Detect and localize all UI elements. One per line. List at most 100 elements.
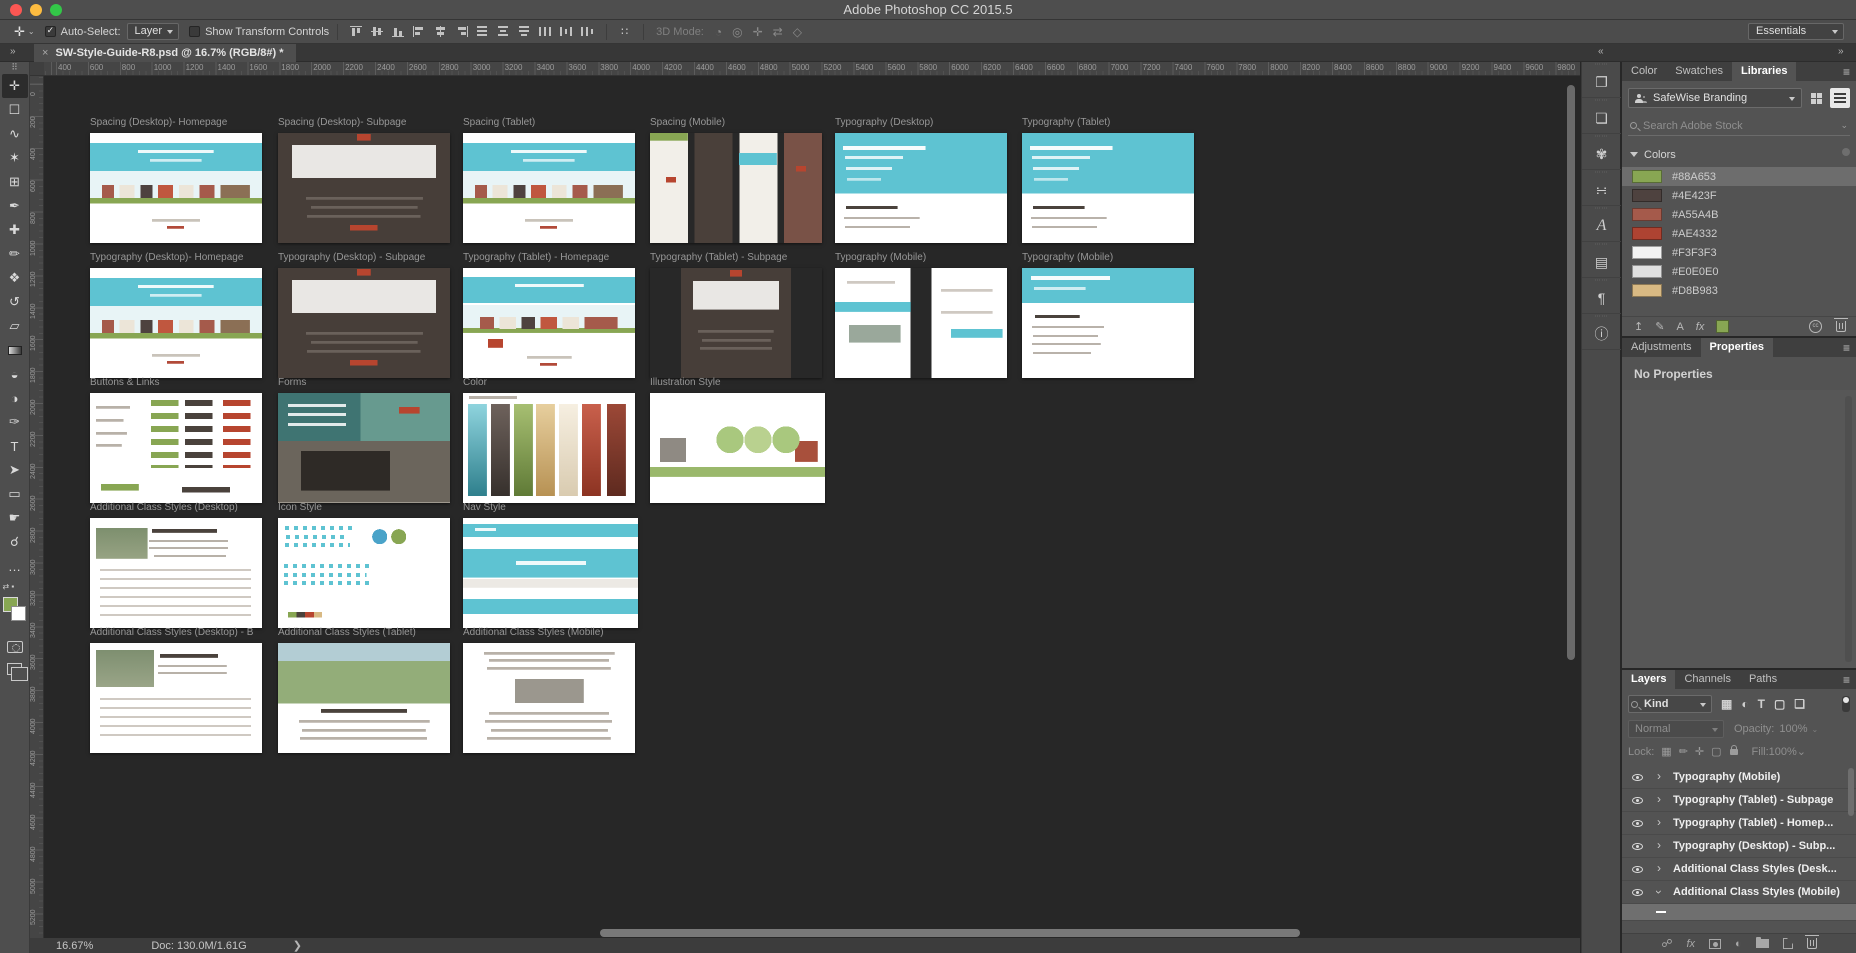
color-swatch-well[interactable] (2, 597, 28, 631)
info-panel-icon[interactable]: ⋯⋯ⓘ (1582, 314, 1621, 350)
artboard-label[interactable]: Additional Class Styles (Tablet) (278, 627, 416, 638)
artboard-thumbnail[interactable] (278, 518, 450, 628)
colors-section-header[interactable]: Colors (1628, 148, 1850, 161)
swap-colors-icon[interactable]: ⇄ ▪ (3, 582, 27, 591)
layer-row[interactable]: ›Additional Class Styles (Mobile) (1622, 881, 1856, 904)
artboard-label[interactable]: Typography (Desktop) - Subpage (278, 252, 425, 263)
auto-select-checkbox[interactable] (45, 26, 56, 37)
artboard-label[interactable]: Nav Style (463, 502, 506, 513)
artboard-thumbnail[interactable] (463, 133, 635, 243)
artboard-label[interactable]: Illustration Style (650, 377, 721, 388)
toolbar-collapse-icon[interactable]: » (10, 46, 16, 57)
filter-toggle-switch[interactable] (1842, 696, 1850, 712)
canvas-vertical-scrollbar[interactable] (1567, 85, 1575, 660)
artboard-thumbnail[interactable] (463, 393, 635, 503)
library-foreground-color-chip[interactable] (1716, 320, 1729, 333)
layer-row[interactable]: ›Typography (Desktop) - Subp... (1622, 835, 1856, 858)
pen-tool[interactable]: ✑ (2, 410, 28, 434)
hand-tool[interactable]: ☛ (2, 506, 28, 530)
3d-orbit-icon[interactable]: ◔ (715, 25, 722, 39)
panel-collapse-icon[interactable]: » (1838, 46, 1844, 57)
artboard-thumbnail[interactable] (650, 268, 822, 378)
3d-slide-icon[interactable]: ⇄ (773, 25, 783, 39)
lock-image-pixels-icon[interactable]: ✏ (1679, 745, 1688, 758)
expand-chevron-icon[interactable]: › (1657, 838, 1661, 852)
artboard-label[interactable]: Additional Class Styles (Mobile) (463, 627, 604, 638)
artboard-thumbnail[interactable] (90, 518, 262, 628)
new-group-icon[interactable] (1756, 939, 1769, 948)
vertical-ruler[interactable]: 0200400600800100012001400160018002000220… (30, 76, 44, 938)
workspace-dropdown[interactable]: Essentials (1748, 23, 1844, 40)
healing-brush-tool[interactable]: ✚ (2, 218, 28, 242)
new-layer-icon[interactable] (1783, 938, 1793, 949)
tab-layers[interactable]: Layers (1622, 670, 1675, 689)
layer-row[interactable]: ›Typography (Tablet) - Homep... (1622, 812, 1856, 835)
layer-list-scrollbar[interactable] (1848, 768, 1854, 816)
character-panel-icon[interactable]: ⋯⋯▤ (1582, 242, 1621, 278)
canvas-horizontal-scrollbar[interactable] (600, 929, 1300, 937)
artboard-label[interactable]: Typography (Tablet) - Homepage (463, 252, 609, 263)
quick-mask-button[interactable] (7, 641, 23, 653)
artboard-thumbnail[interactable] (278, 393, 450, 503)
tab-adjustments[interactable]: Adjustments (1622, 338, 1701, 357)
artboard-label[interactable]: Spacing (Desktop)- Subpage (278, 117, 406, 128)
filter-shape-layers-icon[interactable]: ▢ (1774, 697, 1785, 711)
blur-tool[interactable]: ◒ (2, 362, 28, 386)
artboard-label[interactable]: Icon Style (278, 502, 322, 513)
library-color-item[interactable]: #E0E0E0 (1622, 262, 1856, 281)
lock-transparent-pixels-icon[interactable]: ▦ (1661, 745, 1671, 758)
clone-source-icon[interactable]: ⋯⋯∺ (1582, 170, 1621, 206)
add-graphic-icon[interactable]: ✎ (1655, 320, 1664, 333)
add-layer-mask-icon[interactable] (1709, 939, 1721, 949)
move-tool[interactable]: ✛ (2, 74, 28, 98)
artboard-thumbnail[interactable] (835, 133, 1007, 243)
tab-paths[interactable]: Paths (1740, 670, 1786, 689)
artboard-label[interactable]: Buttons & Links (90, 377, 159, 388)
filter-pixel-layers-icon[interactable]: ▦ (1721, 697, 1732, 711)
eyedropper-tool[interactable]: ✒ (2, 194, 28, 218)
artboard-thumbnail[interactable] (650, 133, 822, 243)
artboard-thumbnail[interactable] (90, 133, 262, 243)
visibility-eye-icon[interactable] (1632, 774, 1643, 781)
artboard-label[interactable]: Forms (278, 377, 306, 388)
search-adobe-stock-input[interactable]: Search Adobe Stock ⌄ (1628, 116, 1850, 136)
creative-cloud-sync-icon[interactable]: cc (1809, 320, 1822, 333)
layer-row[interactable]: ›Additional Class Styles (Desk... (1622, 858, 1856, 881)
visibility-eye-icon[interactable] (1632, 820, 1643, 827)
chevron-down-icon[interactable]: ⌄ (1812, 725, 1819, 734)
artboard-thumbnail[interactable] (90, 393, 262, 503)
library-color-item[interactable]: #A55A4B (1622, 205, 1856, 224)
chevron-down-icon[interactable]: ⌄ (1840, 120, 1848, 131)
artboard-label[interactable]: Spacing (Tablet) (463, 117, 535, 128)
fill-value[interactable]: 100% (1769, 746, 1797, 758)
library-color-item[interactable]: #88A653 (1622, 167, 1856, 186)
artboard-thumbnail[interactable] (1022, 268, 1194, 378)
artboard-label[interactable]: Typography (Tablet) - Subpage (650, 252, 787, 263)
panel-menu-icon[interactable]: ≡ (1843, 673, 1850, 687)
expand-chevron-icon[interactable]: › (1652, 890, 1666, 894)
align-right-edges-icon[interactable] (455, 26, 468, 37)
artboard-thumbnail[interactable] (835, 268, 1007, 378)
visibility-eye-icon[interactable] (1632, 889, 1643, 896)
document-tab[interactable]: × SW-Style-Guide-R8.psd @ 16.7% (RGB/8#)… (34, 44, 296, 62)
eraser-tool[interactable]: ▱ (2, 314, 28, 338)
expand-chevron-icon[interactable]: › (1657, 861, 1661, 875)
layer-style-icon[interactable]: fx (1686, 938, 1695, 950)
history-brush-tool[interactable]: ↺ (2, 290, 28, 314)
layer-row[interactable]: ›Typography (Mobile) (1622, 766, 1856, 789)
move-tool-badge[interactable]: ✛⌄ (14, 24, 35, 40)
artboard-thumbnail[interactable] (278, 133, 450, 243)
align-top-edges-icon[interactable] (350, 26, 363, 37)
library-color-item[interactable]: #AE4332 (1622, 224, 1856, 243)
artboard-thumbnail[interactable] (1022, 133, 1194, 243)
artboard-label[interactable]: Typography (Desktop) (835, 117, 933, 128)
filter-smart-objects-icon[interactable]: ❏ (1794, 697, 1805, 711)
artboard-label[interactable]: Typography (Desktop)- Homepage (90, 252, 243, 263)
panel-scrollbar[interactable] (1842, 148, 1850, 156)
layer-row[interactable]: ›Typography (Tablet) - Subpage (1622, 789, 1856, 812)
crop-tool[interactable]: ⊞ (2, 170, 28, 194)
align-bottom-edges-icon[interactable] (392, 26, 405, 37)
distribute-bottom-edges-icon[interactable] (518, 26, 531, 37)
gradient-tool[interactable] (2, 338, 28, 362)
artboard-label[interactable]: Additional Class Styles (Desktop) - B (90, 627, 253, 638)
